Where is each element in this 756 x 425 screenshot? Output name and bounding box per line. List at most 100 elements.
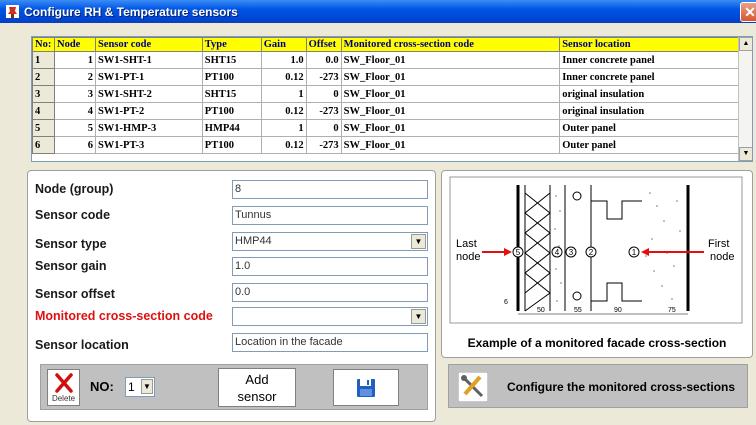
title-bar: Configure RH & Temperature sensors ✕ (0, 0, 756, 23)
configure-sections-button[interactable]: Configure the monitored cross-sections (448, 364, 748, 408)
node-marker-4-label: 4 (555, 248, 560, 257)
cell-offset: 0 (305, 119, 342, 137)
sensor-type-select[interactable]: HMP44 ▼ (232, 232, 428, 251)
last-node-label-2: node (456, 251, 480, 263)
add-sensor-label-1: Add (245, 372, 269, 387)
no-value: 1 (128, 380, 135, 394)
floppy-disk-icon (357, 379, 375, 397)
cell-type: SHT15 (201, 51, 262, 69)
add-sensor-button[interactable]: Add sensor (218, 368, 296, 407)
cell-location: original insulation (559, 85, 740, 103)
node-marker-1: 1 (628, 246, 640, 258)
delete-label: Delete (51, 394, 76, 403)
sensor-form-panel: Node (group) 8 Sensor code Tunnus Sensor… (27, 170, 436, 422)
cell-gain: 0.12 (260, 136, 307, 154)
sensor-offset-label: Sensor offset (35, 287, 115, 301)
cell-node: 3 (53, 85, 96, 103)
col-header-section[interactable]: Monitored cross-section code (340, 37, 561, 52)
scroll-down-icon[interactable]: ▼ (739, 147, 752, 161)
cell-location: original insulation (559, 102, 740, 120)
table-header-row: No: Node Sensor code Type Gain Offset Mo… (32, 37, 740, 52)
cell-location: Outer panel (559, 119, 740, 137)
cell-sensor-code: SW1-SHT-1 (94, 51, 203, 69)
add-sensor-label-2: sensor (237, 389, 277, 404)
node-marker-3: 3 (565, 246, 577, 258)
section-code-label: Monitored cross-section code (35, 309, 213, 323)
cell-location: Inner concrete panel (559, 68, 740, 86)
configure-sections-label: Configure the monitored cross-sections (507, 380, 736, 394)
col-header-sensor-code[interactable]: Sensor code (94, 37, 203, 52)
sensor-type-label: Sensor type (35, 237, 107, 251)
table-row[interactable]: 5 5 SW1-HMP-3 HMP44 1 0 SW_Floor_01 Oute… (32, 119, 740, 137)
app-icon (6, 5, 19, 18)
node-marker-5: 5 (512, 246, 524, 258)
action-toolbar: Delete NO: 1 ▼ Add sensor (40, 364, 428, 410)
sensor-gain-label: Sensor gain (35, 259, 107, 273)
table-scrollbar[interactable]: ▲ ▼ (738, 37, 752, 161)
col-header-offset[interactable]: Offset (305, 37, 342, 52)
cell-node: 2 (53, 68, 96, 86)
cell-offset: -273 (305, 68, 342, 86)
section-code-select[interactable]: ▼ (232, 307, 428, 326)
node-label: Node (group) (35, 182, 114, 196)
first-node-label-2: node (710, 251, 734, 263)
dim-label: 75 (668, 307, 676, 314)
scroll-up-icon[interactable]: ▲ (739, 37, 752, 51)
col-header-gain[interactable]: Gain (260, 37, 307, 52)
cell-offset: 0.0 (305, 51, 342, 69)
col-header-type[interactable]: Type (201, 37, 262, 52)
delete-button[interactable]: Delete (47, 369, 80, 406)
cell-location: Inner concrete panel (559, 51, 740, 69)
sensor-offset-field[interactable]: 0.0 (232, 283, 428, 302)
cell-type: PT100 (201, 136, 262, 154)
sensor-gain-field[interactable]: 1.0 (232, 257, 428, 276)
chevron-down-icon[interactable]: ▼ (141, 379, 153, 394)
sensor-location-field[interactable]: Location in the facade (232, 333, 428, 352)
row-number: 1 (32, 51, 55, 69)
node-field[interactable]: 8 (232, 180, 428, 199)
cell-section: SW_Floor_01 (340, 119, 561, 137)
row-number: 2 (32, 68, 55, 86)
chevron-down-icon[interactable]: ▼ (411, 309, 426, 324)
cell-section: SW_Floor_01 (340, 68, 561, 86)
diagram-caption: Example of a monitored facade cross-sect… (467, 336, 727, 350)
side-mark-label: 6 (504, 299, 508, 306)
cell-gain: 0.12 (260, 102, 307, 120)
no-select[interactable]: 1 ▼ (125, 377, 155, 397)
cell-gain: 1.0 (260, 51, 307, 69)
node-marker-1-label: 1 (632, 248, 637, 257)
table-row[interactable]: 6 6 SW1-PT-3 PT100 0.12 -273 SW_Floor_01… (32, 136, 740, 154)
cell-type: SHT15 (201, 85, 262, 103)
cell-sensor-code: SW1-PT-1 (94, 68, 203, 86)
sensor-grid: No: Node Sensor code Type Gain Offset Mo… (32, 37, 740, 154)
table-row[interactable]: 4 4 SW1-PT-2 PT100 0.12 -273 SW_Floor_01… (32, 102, 740, 120)
col-header-node[interactable]: Node (53, 37, 96, 52)
cell-gain: 0.12 (260, 68, 307, 86)
table-row[interactable]: 2 2 SW1-PT-1 PT100 0.12 -273 SW_Floor_01… (32, 68, 740, 86)
node-marker-3-label: 3 (569, 248, 574, 257)
col-header-location[interactable]: Sensor location (559, 37, 740, 52)
cell-offset: -273 (305, 102, 342, 120)
cell-node: 1 (53, 51, 96, 69)
node-marker-4: 4 (551, 246, 563, 258)
col-header-no[interactable]: No: (32, 37, 55, 52)
chevron-down-icon[interactable]: ▼ (411, 234, 426, 249)
save-button[interactable] (333, 369, 399, 406)
sensor-code-field[interactable]: Tunnus (232, 206, 428, 225)
cell-offset: 0 (305, 85, 342, 103)
cell-sensor-code: SW1-SHT-2 (94, 85, 203, 103)
close-button[interactable]: ✕ (740, 2, 756, 22)
table-row[interactable]: 1 1 SW1-SHT-1 SHT15 1.0 0.0 SW_Floor_01 … (32, 51, 740, 69)
diagram-panel: 5 4 3 2 1 Last node First node 6 50 55 9… (441, 170, 753, 358)
cell-type: PT100 (201, 68, 262, 86)
sensor-table[interactable]: No: Node Sensor code Type Gain Offset Mo… (31, 36, 753, 162)
cell-gain: 1 (260, 85, 307, 103)
no-label: NO: (90, 379, 114, 394)
row-number: 3 (32, 85, 55, 103)
facade-cross-section-diagram: 5 4 3 2 1 Last node First node 6 50 55 9… (449, 176, 743, 324)
cell-offset: -273 (305, 136, 342, 154)
table-row[interactable]: 3 3 SW1-SHT-2 SHT15 1 0 SW_Floor_01 orig… (32, 85, 740, 103)
dim-label: 90 (614, 307, 622, 314)
cell-gain: 1 (260, 119, 307, 137)
sensor-code-label: Sensor code (35, 208, 111, 222)
